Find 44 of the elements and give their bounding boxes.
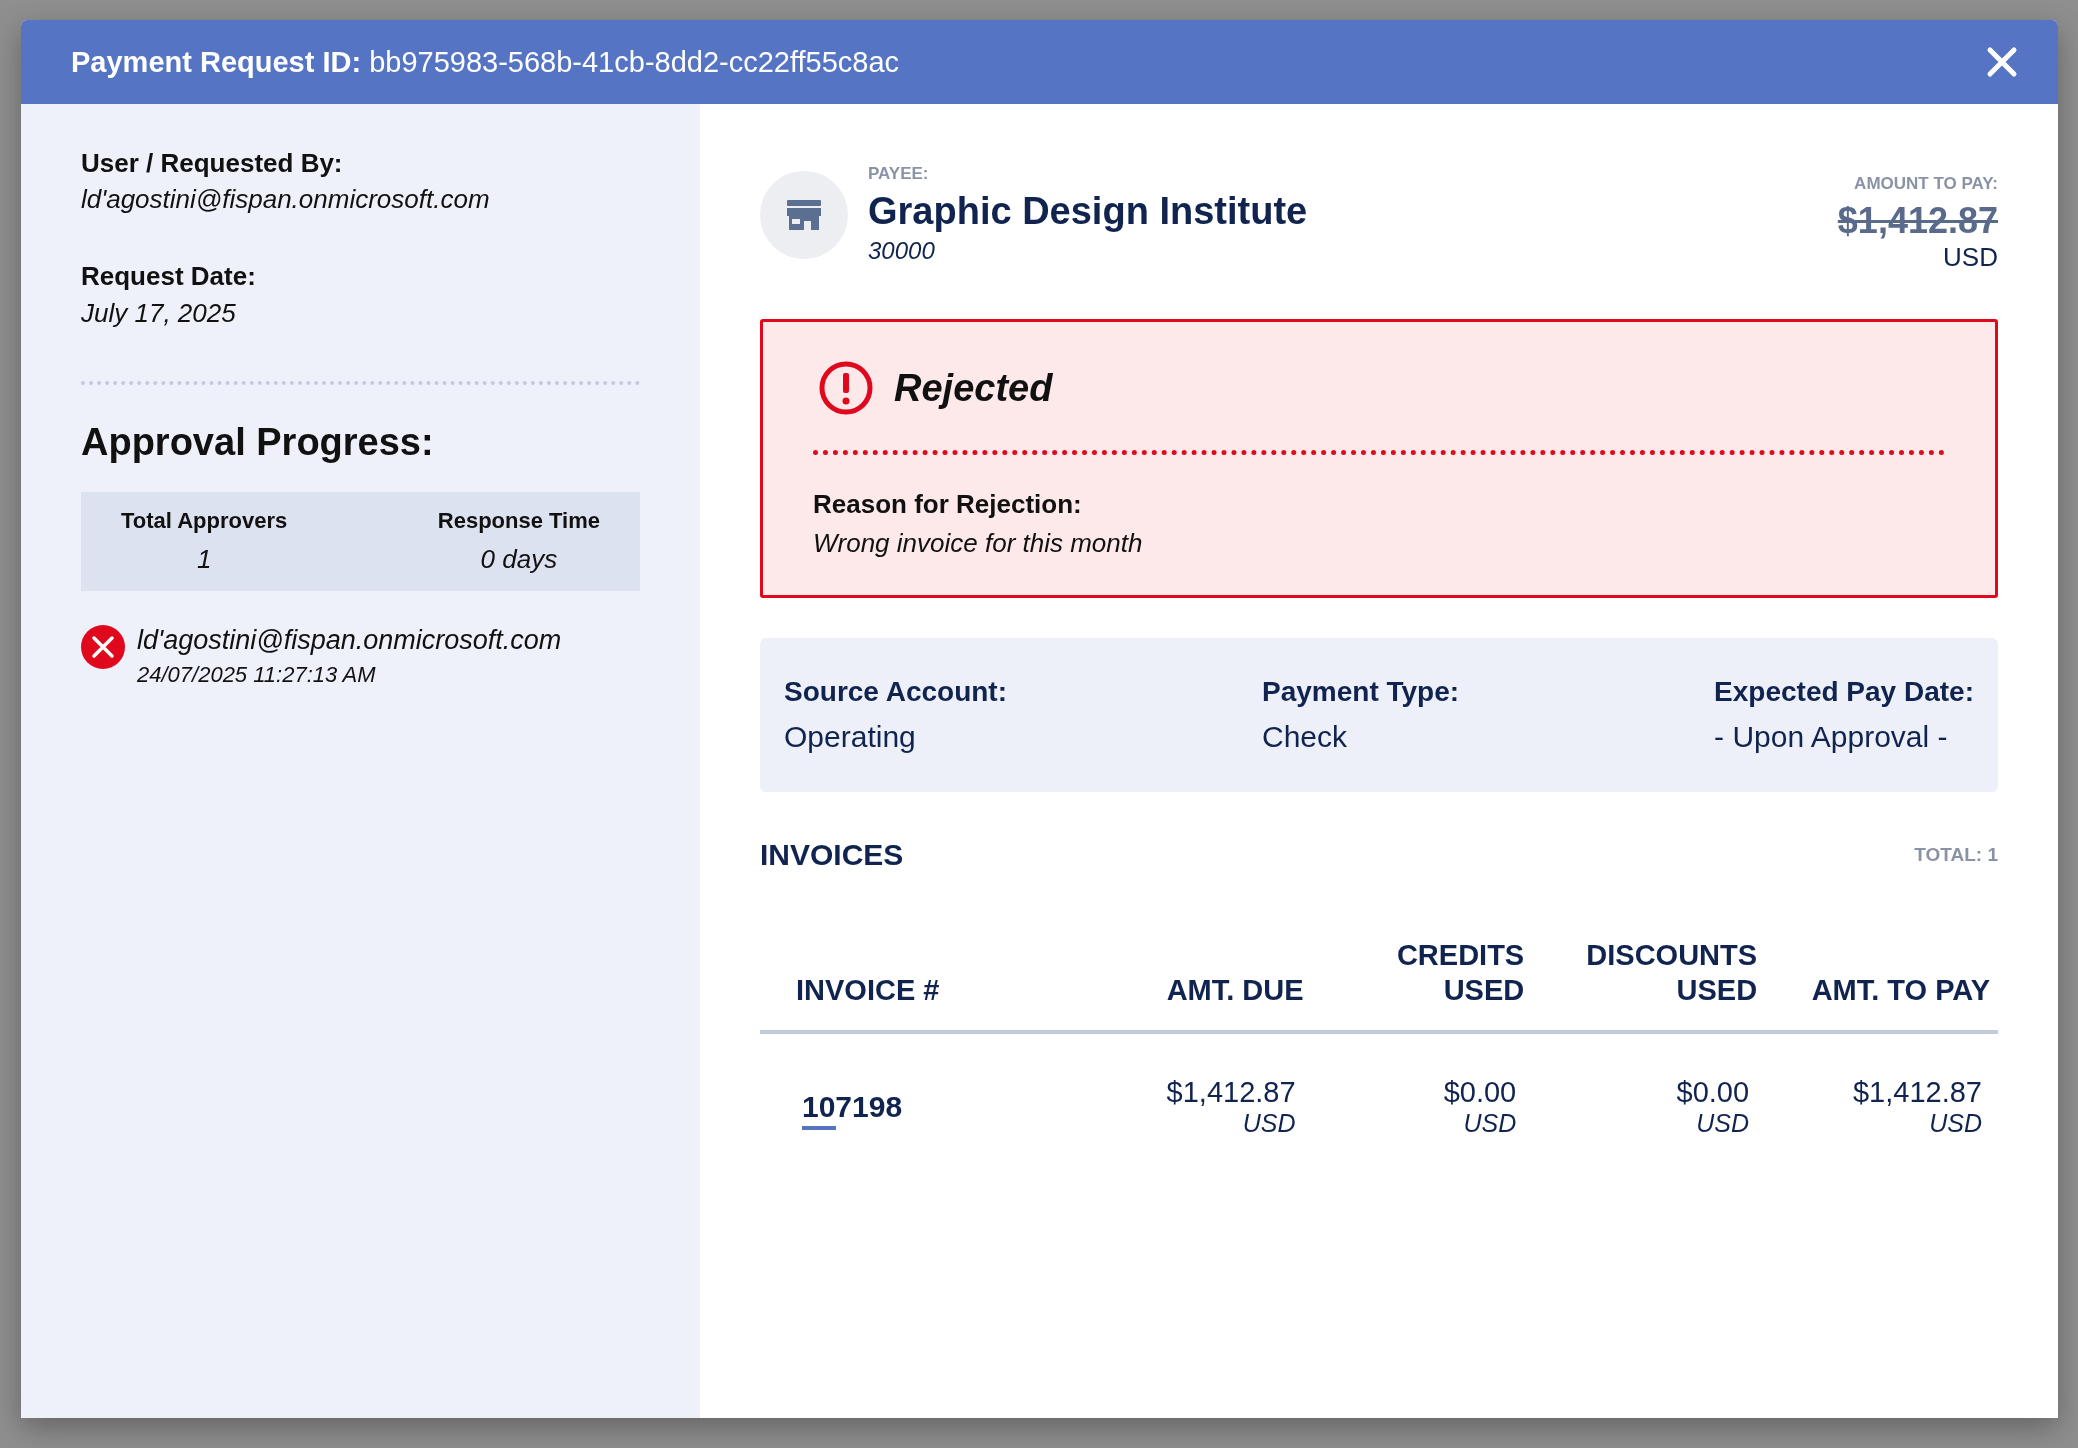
section-title: INVOICES xyxy=(760,838,904,872)
currency-cell: USD xyxy=(1696,1108,1750,1138)
currency-cell: USD xyxy=(1242,1108,1296,1138)
detail-value: - Upon Approval - xyxy=(1714,720,1949,754)
amount-cell: $1,412.87 xyxy=(1166,1075,1296,1109)
payee-name: Graphic Design Institute xyxy=(868,190,1308,233)
column-header: INVOICE # xyxy=(796,972,940,1008)
currency-cell: USD xyxy=(1463,1108,1517,1138)
amount-cell: $1,412.87 xyxy=(1853,1075,1982,1109)
detail-label: Source Account: xyxy=(784,676,1007,708)
detail-value: Operating xyxy=(784,720,917,754)
currency-cell: USD xyxy=(1929,1108,1982,1138)
invoice-total: TOTAL: 1 xyxy=(1914,844,1998,866)
stat-label: Response Time xyxy=(437,507,600,534)
column-header: DISCOUNTS USED xyxy=(1585,938,1758,1008)
field-label: Request Date: xyxy=(81,260,257,294)
stat-value: 0 days xyxy=(480,543,558,575)
amount-label: AMOUNT TO PAY: xyxy=(1854,174,1998,194)
status-title: Rejected xyxy=(894,366,1053,410)
approver-email: ld'agostini@fispan.onmicrosoft.com xyxy=(137,624,562,656)
detail-value: Check xyxy=(1262,720,1349,754)
section-title: Approval Progress: xyxy=(81,420,435,464)
column-header: CREDITS USED xyxy=(1395,938,1525,1008)
field-value: July 17, 2025 xyxy=(81,296,237,330)
detail-label: Expected Pay Date: xyxy=(1714,676,1974,708)
amount-currency: USD xyxy=(1943,242,1998,273)
amount-cell: $0.00 xyxy=(1443,1075,1517,1109)
stat-label: Total Approvers xyxy=(121,507,288,534)
column-header: AMT. DUE xyxy=(1166,972,1304,1008)
amount-value: $1,412.87 xyxy=(1837,200,1998,242)
reason-label: Reason for Rejection: xyxy=(813,489,1083,520)
reason-text: Wrong invoice for this month xyxy=(813,528,1144,559)
field-value: ld'agostini@fispan.onmicrosoft.com xyxy=(81,183,491,217)
payee-label: PAYEE: xyxy=(868,164,930,184)
payee-number: 30000 xyxy=(868,237,936,265)
store-icon xyxy=(786,198,822,231)
detail-label: Payment Type: xyxy=(1262,676,1460,708)
column-header: AMT. TO PAY xyxy=(1811,972,1990,1008)
amount-cell: $0.00 xyxy=(1676,1075,1750,1109)
alert-icon xyxy=(818,360,874,416)
dialog-title: Payment Request ID: bb975983-568b-41cb-8dd2-cc22ff55c8ac xyxy=(71,45,900,79)
stat-value: 1 xyxy=(196,543,212,575)
field-label: User / Requested By: xyxy=(81,147,344,180)
approver-timestamp: 24/07/2025 11:27:13 AM xyxy=(137,661,377,688)
